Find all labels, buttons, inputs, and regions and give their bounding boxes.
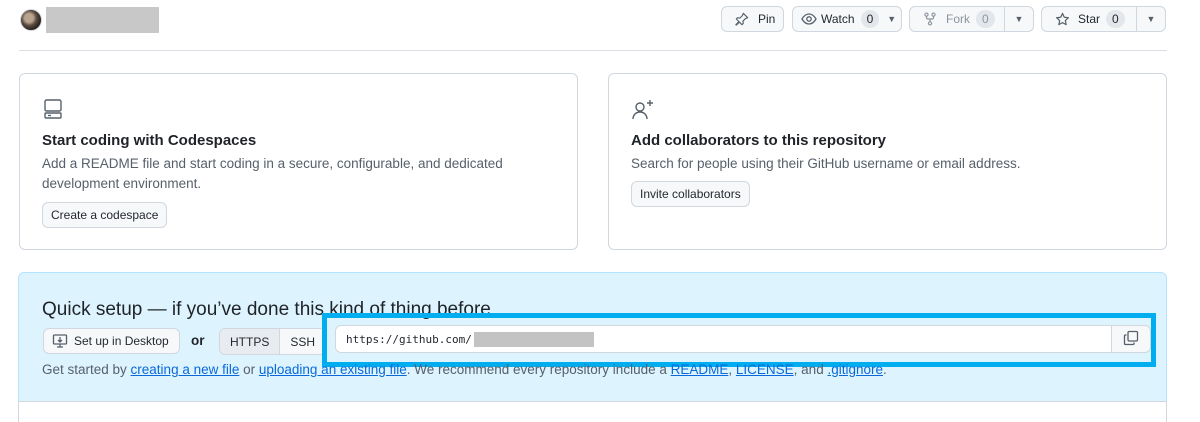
- and-separator: , and: [793, 362, 828, 377]
- collaborators-card: Add collaborators to this repository Sea…: [608, 73, 1167, 250]
- url-redacted: [473, 331, 594, 347]
- chevron-down-icon: ▼: [1014, 14, 1024, 24]
- get-started-prefix: Get started by: [42, 362, 131, 377]
- codespaces-title: Start coding with Codespaces: [42, 132, 257, 149]
- fork-button[interactable]: Fork 0: [909, 6, 1005, 32]
- get-started-or: or: [239, 362, 259, 377]
- or-text: or: [191, 333, 205, 348]
- star-dropdown-button[interactable]: ▼: [1136, 6, 1166, 32]
- chevron-down-icon: ▼: [887, 14, 897, 24]
- pin-button[interactable]: Pin: [721, 6, 784, 32]
- copy-url-button[interactable]: [1111, 325, 1151, 353]
- codespaces-icon: [42, 98, 64, 120]
- pin-icon: [734, 11, 750, 27]
- person-add-icon: [631, 98, 653, 120]
- owner-avatar[interactable]: [20, 9, 42, 31]
- readme-link[interactable]: README: [671, 362, 729, 377]
- watch-button[interactable]: Watch 0 ▼: [792, 6, 902, 32]
- protocol-toggle: HTTPS SSH: [219, 328, 327, 355]
- repo-header: Pin Watch 0 ▼ Fork 0 ▼ Star 0 ▼: [0, 0, 1200, 50]
- uploading-existing-file-link[interactable]: uploading an existing file: [259, 362, 407, 377]
- star-button[interactable]: Star 0: [1041, 6, 1137, 32]
- star-icon: [1054, 11, 1070, 27]
- get-started-text: Get started by creating a new file or up…: [42, 362, 887, 377]
- pin-label: Pin: [758, 12, 776, 26]
- get-started-recommend: . We recommend every repository include …: [406, 362, 671, 377]
- ssh-tab[interactable]: SSH: [280, 329, 326, 354]
- fork-count: 0: [976, 10, 995, 28]
- https-tab[interactable]: HTTPS: [220, 329, 281, 354]
- comma-separator: ,: [728, 362, 736, 377]
- setup-in-desktop-button[interactable]: Set up in Desktop: [43, 328, 180, 354]
- quick-setup-panel: Quick setup — if you’ve done this kind o…: [18, 272, 1167, 402]
- repo-name-redacted: [46, 7, 159, 33]
- gitignore-link[interactable]: .gitignore: [827, 362, 883, 377]
- chevron-down-icon: ▼: [1146, 14, 1156, 24]
- instructions-area: [18, 401, 1167, 422]
- header-divider: [19, 50, 1167, 51]
- setup-in-desktop-label: Set up in Desktop: [74, 334, 169, 348]
- desktop-download-icon: [52, 333, 68, 349]
- fork-dropdown-button[interactable]: ▼: [1004, 6, 1034, 32]
- collaborators-title: Add collaborators to this repository: [631, 132, 887, 149]
- license-link[interactable]: LICENSE: [736, 362, 794, 377]
- url-highlight-box: https://github.com/: [322, 313, 1156, 367]
- clone-url-text: https://github.com/: [346, 332, 472, 346]
- fork-label: Fork: [946, 12, 970, 26]
- creating-new-file-link[interactable]: creating a new file: [131, 362, 240, 377]
- clone-url-input[interactable]: https://github.com/: [335, 325, 1112, 353]
- fork-icon: [922, 11, 938, 27]
- watch-label: Watch: [821, 12, 855, 26]
- star-label: Star: [1078, 12, 1101, 26]
- create-codespace-button[interactable]: Create a codespace: [42, 202, 168, 228]
- collaborators-description: Search for people using their GitHub use…: [631, 156, 1021, 171]
- star-count: 0: [1106, 10, 1125, 28]
- period: .: [883, 362, 887, 377]
- eye-icon: [801, 11, 817, 27]
- watch-count: 0: [860, 10, 880, 28]
- codespaces-card: Start coding with Codespaces Add a READM…: [19, 73, 578, 250]
- codespaces-description: Add a README file and start coding in a …: [42, 156, 503, 191]
- invite-collaborators-button[interactable]: Invite collaborators: [631, 181, 750, 207]
- copy-icon: [1123, 330, 1139, 349]
